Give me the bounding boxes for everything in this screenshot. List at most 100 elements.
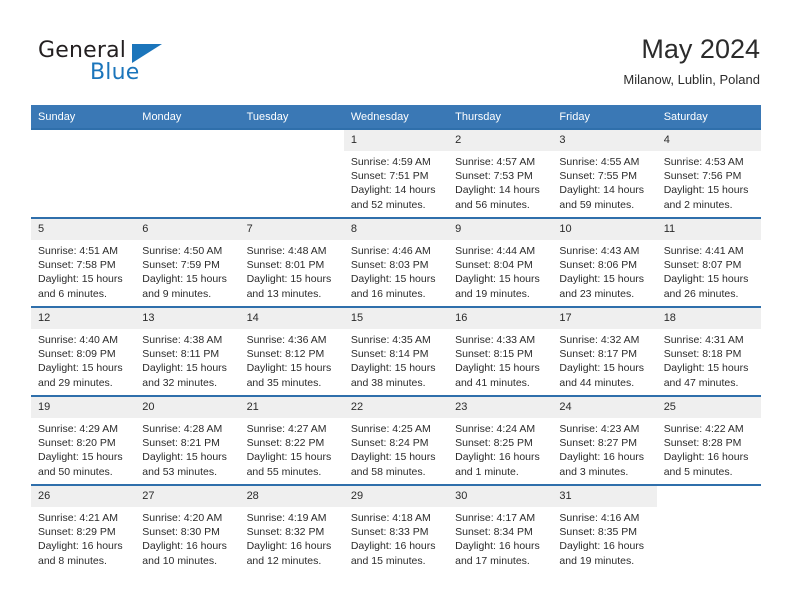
sunrise-text: Sunrise: 4:18 AM: [350, 512, 431, 524]
sunrise-text: Sunrise: 4:27 AM: [246, 423, 327, 435]
calendar-table: Sunday Monday Tuesday Wednesday Thursday…: [31, 105, 761, 574]
calendar-day-cell[interactable]: 1 Sunrise: 4:59 AM Sunset: 7:51 PM Daylight…: [343, 128, 449, 218]
sunset-text: Sunset: 8:03 PM: [350, 259, 429, 272]
day-number: 3: [552, 130, 657, 151]
day-details: Sunrise: 4:29 AM Sunset: 8:20 PM Daylight:…: [31, 418, 135, 479]
calendar-day-cell[interactable]: 27 Sunrise: 4:20 AM Sunset: 8:30 PM Dayligh…: [135, 484, 240, 574]
sunrise-text: Sunrise: 4:23 AM: [559, 423, 640, 435]
calendar-day-cell[interactable]: 9 Sunrise: 4:44 AM Sunset: 8:04 PM Daylight…: [448, 217, 553, 307]
page-header: General Blue May 2024 Milanow, Lublin, P…: [31, 33, 760, 95]
daylight-text: Daylight: 15 hours and 38 minutes.: [350, 362, 436, 389]
sunset-text: Sunset: 7:59 PM: [142, 259, 220, 272]
daylight-text: Daylight: 15 hours and 23 minutes.: [559, 273, 645, 300]
day-details: Sunrise: 4:19 AM Sunset: 8:32 PM Daylight:…: [240, 507, 344, 568]
sunset-text: Sunset: 8:09 PM: [38, 348, 116, 361]
day-number: 20: [135, 397, 240, 418]
sunrise-text: Sunrise: 4:44 AM: [455, 245, 536, 257]
day-number: 31: [552, 486, 657, 507]
calendar-day-cell[interactable]: 25 Sunrise: 4:22 AM Sunset: 8:28 PM Dayligh…: [656, 395, 761, 485]
day-number: 2: [448, 130, 553, 151]
sunrise-text: Sunrise: 4:31 AM: [663, 334, 744, 346]
sunrise-text: Sunrise: 4:43 AM: [559, 245, 640, 257]
sunset-text: Sunset: 8:07 PM: [663, 259, 742, 272]
sunrise-text: Sunrise: 4:24 AM: [455, 423, 536, 435]
sunrise-text: Sunrise: 4:57 AM: [455, 156, 536, 168]
sunset-text: Sunset: 7:51 PM: [350, 170, 429, 183]
sunrise-text: Sunrise: 4:46 AM: [350, 245, 431, 257]
calendar-day-cell[interactable]: 21 Sunrise: 4:27 AM Sunset: 8:22 PM Dayligh…: [239, 395, 344, 485]
day-number: 17: [552, 308, 657, 329]
calendar-day-cell[interactable]: 28 Sunrise: 4:19 AM Sunset: 8:32 PM Dayligh…: [239, 484, 344, 574]
calendar-day-cell[interactable]: 31 Sunrise: 4:16 AM Sunset: 8:35 PM Dayligh…: [552, 484, 657, 574]
sunrise-text: Sunrise: 4:17 AM: [455, 512, 536, 524]
day-details: Sunrise: 4:38 AM Sunset: 8:11 PM Daylight:…: [135, 329, 239, 390]
daylight-text: Daylight: 15 hours and 50 minutes.: [38, 451, 123, 478]
sunset-text: Sunset: 8:21 PM: [142, 437, 220, 450]
day-number: 22: [343, 397, 449, 418]
day-number: 28: [239, 486, 344, 507]
brand-name-bottom: Blue: [90, 60, 140, 85]
daylight-text: Daylight: 15 hours and 58 minutes.: [350, 451, 436, 478]
calendar-day-cell[interactable]: 2 Sunrise: 4:57 AM Sunset: 7:53 PM Daylight…: [448, 128, 553, 218]
calendar-day-cell[interactable]: 26 Sunrise: 4:21 AM Sunset: 8:29 PM Dayligh…: [31, 484, 136, 574]
daylight-text: Daylight: 16 hours and 10 minutes.: [142, 540, 227, 567]
calendar-day-cell-empty: [239, 128, 344, 218]
sunrise-text: Sunrise: 4:22 AM: [663, 423, 744, 435]
calendar-day-cell[interactable]: 6 Sunrise: 4:50 AM Sunset: 7:59 PM Daylight…: [135, 217, 240, 307]
calendar-week-row: 26 Sunrise: 4:21 AM Sunset: 8:29 PM Dayligh…: [31, 484, 761, 574]
day-details: Sunrise: 4:48 AM Sunset: 8:01 PM Daylight:…: [240, 240, 344, 301]
day-details: Sunrise: 4:24 AM Sunset: 8:25 PM Daylight:…: [448, 418, 552, 479]
sunset-text: Sunset: 8:22 PM: [246, 437, 325, 450]
day-number: 18: [656, 308, 761, 329]
calendar-day-cell[interactable]: 4 Sunrise: 4:53 AM Sunset: 7:56 PM Daylight…: [656, 128, 761, 218]
calendar-day-cell[interactable]: 24 Sunrise: 4:23 AM Sunset: 8:27 PM Dayligh…: [552, 395, 657, 485]
day-number: 13: [135, 308, 240, 329]
calendar-day-cell[interactable]: 16 Sunrise: 4:33 AM Sunset: 8:15 PM Dayligh…: [448, 306, 553, 396]
calendar-day-cell[interactable]: 8 Sunrise: 4:46 AM Sunset: 8:03 PM Daylight…: [343, 217, 449, 307]
calendar-day-cell[interactable]: 3 Sunrise: 4:55 AM Sunset: 7:55 PM Daylight…: [552, 128, 657, 218]
day-number: 12: [31, 308, 136, 329]
sunset-text: Sunset: 8:18 PM: [663, 348, 742, 361]
daylight-text: Daylight: 14 hours and 52 minutes.: [350, 184, 436, 211]
calendar-day-cell[interactable]: 7 Sunrise: 4:48 AM Sunset: 8:01 PM Daylight…: [239, 217, 344, 307]
calendar-page: General Blue May 2024 Milanow, Lublin, P…: [0, 0, 792, 612]
calendar-day-cell[interactable]: 22 Sunrise: 4:25 AM Sunset: 8:24 PM Dayligh…: [343, 395, 449, 485]
calendar-day-cell[interactable]: 15 Sunrise: 4:35 AM Sunset: 8:14 PM Dayligh…: [343, 306, 449, 396]
calendar-day-cell[interactable]: 20 Sunrise: 4:28 AM Sunset: 8:21 PM Dayligh…: [135, 395, 240, 485]
calendar-day-cell[interactable]: 19 Sunrise: 4:29 AM Sunset: 8:20 PM Dayligh…: [31, 395, 136, 485]
sunset-text: Sunset: 8:06 PM: [559, 259, 638, 272]
calendar-day-cell[interactable]: 17 Sunrise: 4:32 AM Sunset: 8:17 PM Dayligh…: [552, 306, 657, 396]
day-details: Sunrise: 4:41 AM Sunset: 8:07 PM Daylight:…: [657, 240, 761, 301]
day-number: 10: [552, 219, 657, 240]
sunset-text: Sunset: 8:28 PM: [663, 437, 742, 450]
daylight-text: Daylight: 16 hours and 3 minutes.: [559, 451, 645, 478]
day-number: 15: [343, 308, 449, 329]
daylight-text: Daylight: 15 hours and 9 minutes.: [142, 273, 227, 300]
sunrise-text: Sunrise: 4:55 AM: [559, 156, 640, 168]
calendar-day-cell[interactable]: 5 Sunrise: 4:51 AM Sunset: 7:58 PM Daylight…: [31, 217, 136, 307]
day-details: Sunrise: 4:40 AM Sunset: 8:09 PM Daylight:…: [31, 329, 135, 390]
sunset-text: Sunset: 8:12 PM: [246, 348, 325, 361]
daylight-text: Daylight: 15 hours and 32 minutes.: [142, 362, 227, 389]
day-number: [239, 130, 344, 151]
daylight-text: Daylight: 15 hours and 55 minutes.: [246, 451, 332, 478]
sunrise-text: Sunrise: 4:51 AM: [38, 245, 118, 257]
weekday-header-friday: Friday: [552, 105, 657, 129]
calendar-day-cell[interactable]: 11 Sunrise: 4:41 AM Sunset: 8:07 PM Dayligh…: [656, 217, 761, 307]
calendar-day-cell[interactable]: 23 Sunrise: 4:24 AM Sunset: 8:25 PM Dayligh…: [448, 395, 553, 485]
sunset-text: Sunset: 8:30 PM: [142, 526, 220, 539]
calendar-day-cell[interactable]: 14 Sunrise: 4:36 AM Sunset: 8:12 PM Dayligh…: [239, 306, 344, 396]
daylight-text: Daylight: 15 hours and 16 minutes.: [350, 273, 436, 300]
calendar-day-cell[interactable]: 10 Sunrise: 4:43 AM Sunset: 8:06 PM Dayligh…: [552, 217, 657, 307]
sunset-text: Sunset: 7:55 PM: [559, 170, 638, 183]
calendar-day-cell[interactable]: 18 Sunrise: 4:31 AM Sunset: 8:18 PM Dayligh…: [656, 306, 761, 396]
calendar-day-cell[interactable]: 29 Sunrise: 4:18 AM Sunset: 8:33 PM Dayligh…: [343, 484, 449, 574]
calendar-day-cell[interactable]: 13 Sunrise: 4:38 AM Sunset: 8:11 PM Dayligh…: [135, 306, 240, 396]
sunrise-text: Sunrise: 4:16 AM: [559, 512, 640, 524]
calendar-header-row: Sunday Monday Tuesday Wednesday Thursday…: [31, 105, 761, 129]
sunset-text: Sunset: 7:53 PM: [455, 170, 533, 183]
brand-logo[interactable]: General Blue: [31, 33, 261, 93]
day-details: Sunrise: 4:46 AM Sunset: 8:03 PM Daylight:…: [344, 240, 448, 301]
calendar-day-cell[interactable]: 30 Sunrise: 4:17 AM Sunset: 8:34 PM Dayligh…: [448, 484, 553, 574]
calendar-day-cell[interactable]: 12 Sunrise: 4:40 AM Sunset: 8:09 PM Dayligh…: [31, 306, 136, 396]
